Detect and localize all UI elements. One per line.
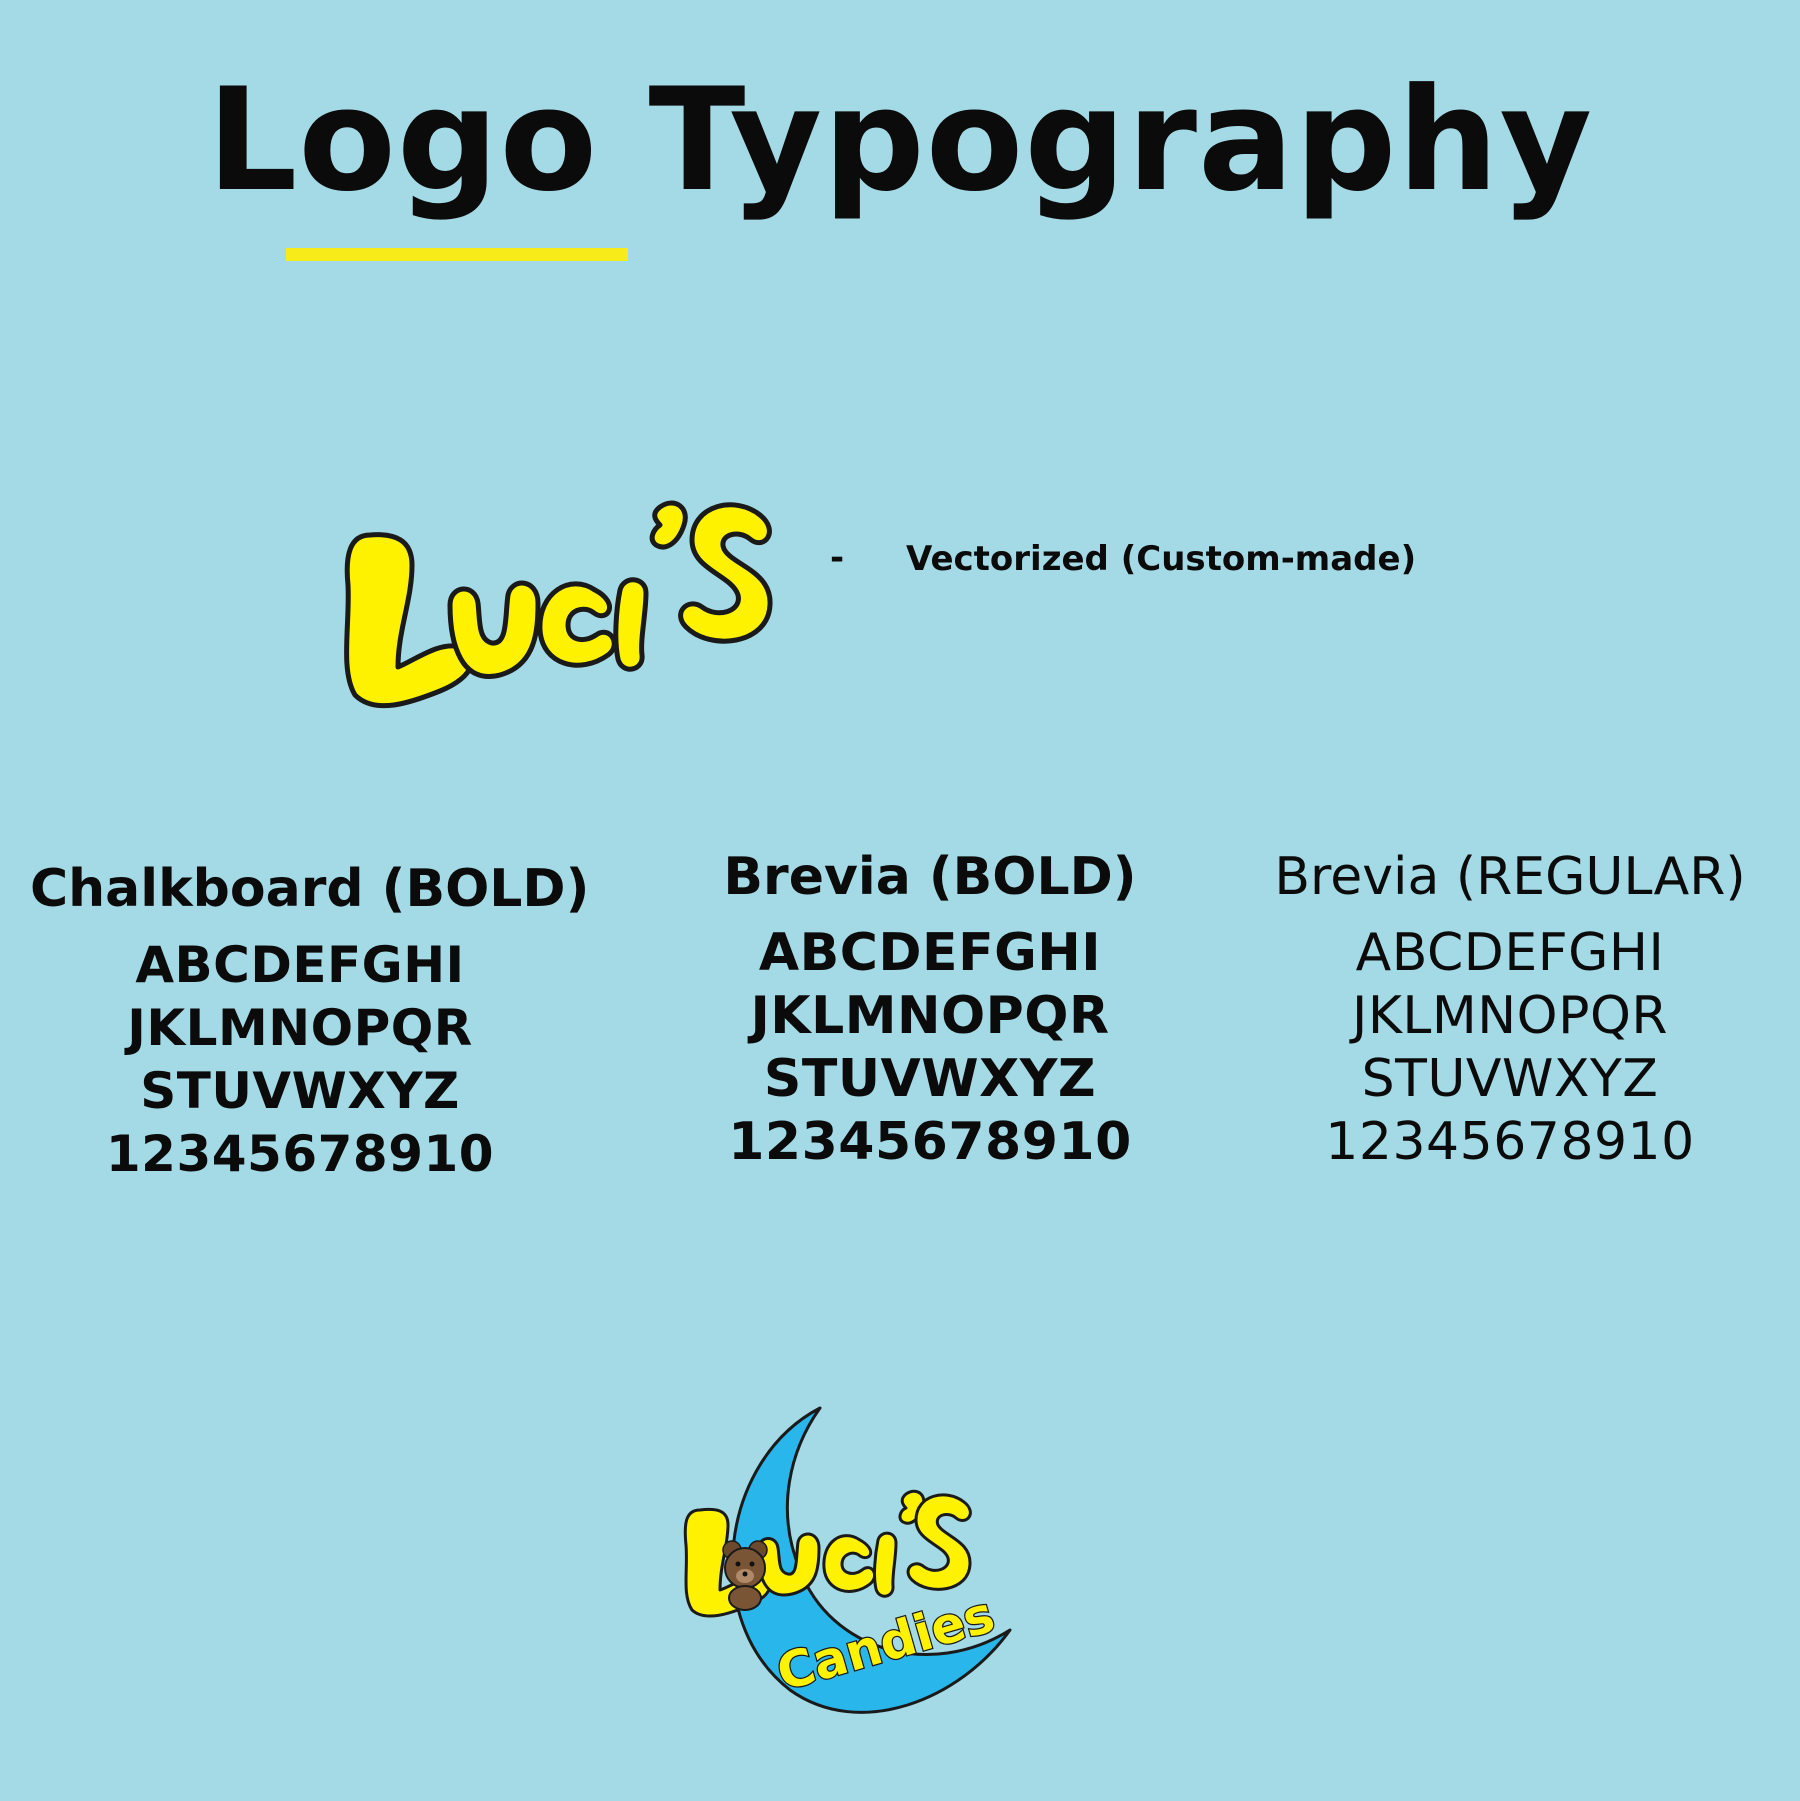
glyph-line: JKLMNOPQR [127, 999, 473, 1057]
teddy-bear-icon [722, 1540, 768, 1611]
logo-description: Vectorized (Custom-made) [906, 539, 1417, 579]
glyph-line: 12345678910 [105, 1125, 495, 1183]
glyph-line: STUVWXYZ [140, 1062, 460, 1120]
glyph-line: 12345678910 [728, 1112, 1132, 1172]
lucis-logo [344, 500, 773, 709]
glyph-line: JKLMNOPQR [1351, 986, 1669, 1046]
font-name: Chalkboard (BOLD) [30, 859, 590, 919]
lucis-candies-logo: Candies [683, 1406, 1012, 1714]
glyph-line: ABCDEFGHI [135, 936, 465, 994]
title-underline [286, 248, 628, 261]
glyph-line: 12345678910 [1325, 1112, 1695, 1172]
glyph-line: JKLMNOPQR [750, 986, 1110, 1046]
font-specimen-brevia-regular: Brevia (REGULAR) ABCDEFGHI JKLMNOPQR STU… [1230, 846, 1790, 1174]
font-specimen-brevia-bold: Brevia (BOLD) ABCDEFGHI JKLMNOPQR STUVWX… [690, 846, 1170, 1174]
font-specimen-chalkboard-bold: Chalkboard (BOLD) ABCDEFGHI JKLMNOPQR ST… [30, 858, 590, 1186]
page-title: Logo Typography [206, 58, 1594, 223]
font-name: Brevia (BOLD) [723, 847, 1137, 907]
glyph-line: STUVWXYZ [1361, 1049, 1659, 1109]
glyph-line: ABCDEFGHI [758, 923, 1102, 983]
glyph-line: STUVWXYZ [763, 1049, 1097, 1109]
separator-dash: - [830, 538, 845, 578]
glyph-line: ABCDEFGHI [1355, 923, 1665, 983]
font-name: Brevia (REGULAR) [1274, 847, 1746, 907]
